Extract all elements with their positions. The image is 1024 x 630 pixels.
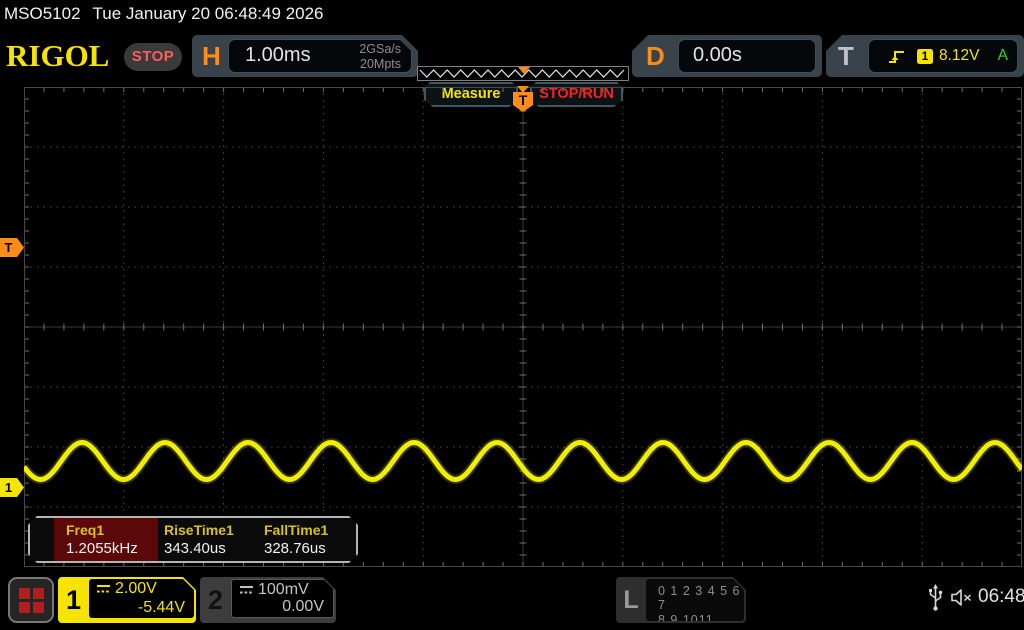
menu-grid-icon bbox=[19, 588, 30, 599]
trigger-level-marker[interactable]: T bbox=[0, 238, 24, 257]
channel2-info: 100mV 0.00V bbox=[231, 579, 334, 618]
measurement-freq1[interactable]: Freq1 1.2055kHz bbox=[54, 518, 158, 561]
channel1-number: 1 bbox=[65, 585, 82, 615]
logic-channels: 0 1 2 3 4 5 6 7 8 9 1011 12131415 bbox=[646, 579, 744, 621]
channel2-number: 2 bbox=[207, 585, 224, 615]
horizontal-group: H 1.00ms 2GSa/s 20Mpts bbox=[192, 35, 418, 77]
run-state-badge: STOP bbox=[124, 43, 182, 71]
channel1-ground-marker[interactable]: 1 bbox=[0, 478, 24, 497]
measurement-value: 1.2055kHz bbox=[66, 540, 138, 557]
waveform-overview-icon bbox=[419, 67, 625, 78]
trigger-position-marker[interactable]: T bbox=[513, 86, 533, 112]
channel1-button[interactable]: 1 2.00V -5.44V bbox=[58, 577, 196, 623]
menu-grid-icon bbox=[33, 588, 44, 599]
trigger-level-value: 8.12V bbox=[939, 47, 980, 64]
oscilloscope-screen: MSO5102 Tue January 20 06:48:49 2026 RIGO… bbox=[0, 0, 1024, 630]
menu-grid-button[interactable] bbox=[8, 577, 54, 623]
dc-coupling-icon bbox=[96, 583, 111, 595]
measurement-risetime1[interactable]: RiseTime1 343.40us bbox=[164, 518, 260, 561]
measurement-falltime1[interactable]: FallTime1 328.76us bbox=[264, 518, 356, 561]
timebase-value: 1.00ms bbox=[245, 44, 311, 66]
logic-label: L bbox=[623, 586, 639, 614]
measurement-label: Freq1 bbox=[66, 522, 105, 538]
trigger-source-badge: 1 bbox=[917, 49, 933, 64]
logic-row-8-15: 8 9 1011 12131415 bbox=[658, 613, 714, 627]
delay-group: D 0.00s bbox=[632, 35, 822, 77]
sample-rate: 2GSa/s bbox=[359, 42, 401, 56]
logic-analyzer-button[interactable]: L 0 1 2 3 4 5 6 7 8 9 1011 12131415 bbox=[616, 577, 746, 623]
measurement-label: RiseTime1 bbox=[164, 522, 234, 538]
status-clock: 06:48 bbox=[978, 586, 1024, 607]
menu-grid-icon bbox=[19, 602, 30, 613]
trigger-sweep-mode: A bbox=[997, 47, 1008, 64]
trigger-position-flag: T bbox=[513, 92, 533, 112]
toolbar: RIGOL STOP H 1.00ms 2GSa/s 20Mpts Measur… bbox=[0, 30, 1024, 78]
timebase-button[interactable]: 1.00ms 2GSa/s 20Mpts bbox=[228, 39, 412, 73]
trigger-position-pointer-icon bbox=[517, 86, 529, 93]
logic-row-0-7: 0 1 2 3 4 5 6 7 bbox=[658, 584, 741, 612]
dc-coupling-icon bbox=[239, 584, 254, 596]
acquisition-info: 2GSa/s 20Mpts bbox=[359, 42, 401, 72]
datetime-text: Tue January 20 06:48:49 2026 bbox=[92, 4, 324, 23]
channel2-button[interactable]: 2 100mV 0.00V bbox=[200, 577, 336, 623]
memory-position-bar[interactable] bbox=[417, 66, 629, 81]
measurement-value: 343.40us bbox=[164, 540, 226, 557]
channel2-offset: 0.00V bbox=[282, 598, 324, 615]
memory-depth: 20Mpts bbox=[360, 57, 401, 71]
titlebar: MSO5102 Tue January 20 06:48:49 2026 bbox=[0, 0, 1024, 30]
channel2-scale: 100mV bbox=[258, 581, 309, 598]
speaker-muted-icon[interactable] bbox=[950, 587, 974, 608]
rigol-logo: RIGOL bbox=[6, 38, 110, 73]
delay-value: 0.00s bbox=[693, 44, 742, 66]
delay-label: D bbox=[646, 41, 665, 71]
measurement-label: FallTime1 bbox=[264, 522, 329, 538]
trigger-label: T bbox=[838, 41, 854, 71]
delay-button[interactable]: 0.00s bbox=[678, 39, 816, 73]
measurement-panel: Freq1 1.2055kHz RiseTime1 343.40us FallT… bbox=[28, 516, 358, 563]
channel1-offset: -5.44V bbox=[137, 599, 185, 616]
channel1-info: 2.00V -5.44V bbox=[89, 579, 194, 618]
model-name: MSO5102 bbox=[4, 4, 81, 23]
trigger-button[interactable]: 1 8.12V A bbox=[868, 39, 1018, 73]
channel1-scale: 2.00V bbox=[115, 580, 157, 597]
measurement-value: 328.76us bbox=[264, 540, 326, 557]
menu-grid-icon bbox=[33, 602, 44, 613]
trigger-group: T 1 8.12V A bbox=[826, 35, 1024, 77]
graticule bbox=[24, 87, 1022, 567]
usb-icon bbox=[929, 584, 943, 611]
rising-edge-icon bbox=[889, 51, 904, 63]
horizontal-label: H bbox=[202, 41, 221, 71]
